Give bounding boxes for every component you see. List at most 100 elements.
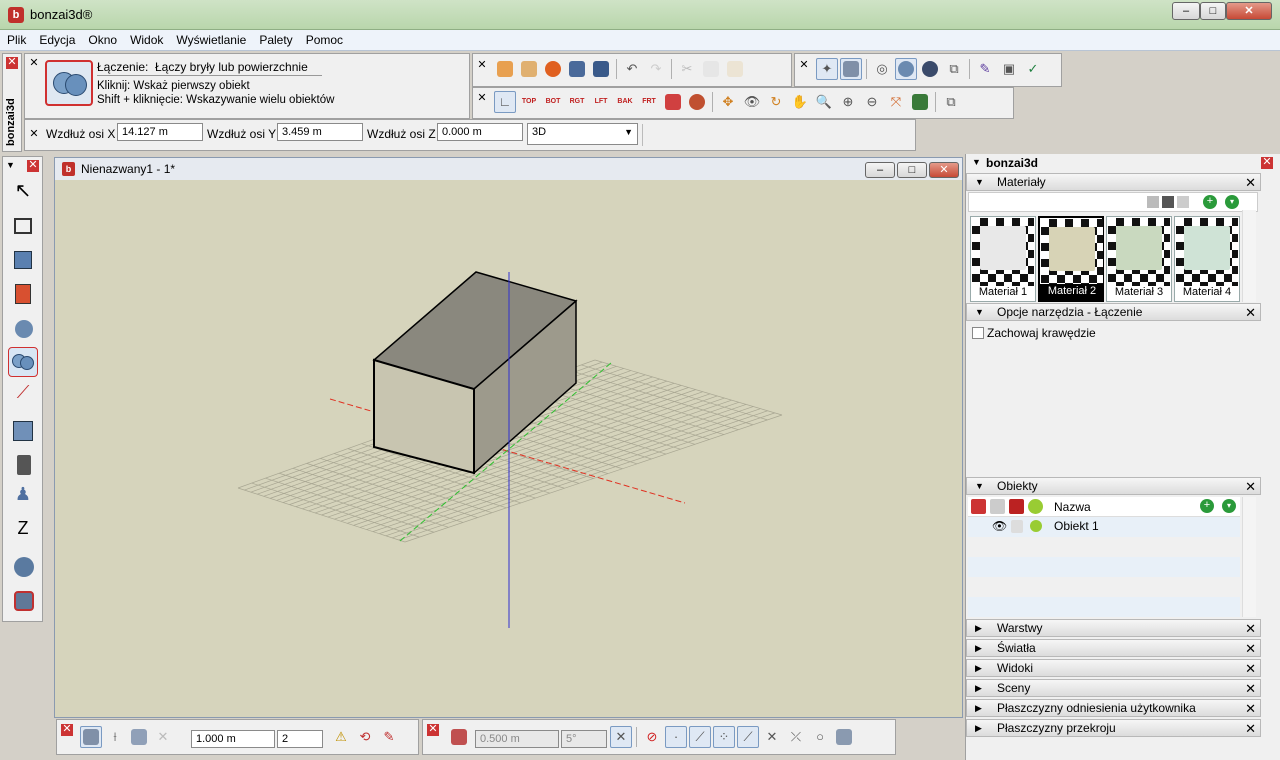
magic-wand-icon[interactable]: ⟋	[8, 381, 38, 411]
ground-plane-icon[interactable]	[80, 726, 102, 748]
y-axis-field[interactable]	[277, 123, 363, 141]
section-swiatla[interactable]: ▶ Światła ✕	[966, 639, 1261, 657]
lock-icon[interactable]	[1011, 520, 1023, 533]
refresh-icon[interactable]: ⟲	[354, 726, 376, 748]
undo-icon[interactable]: ↶	[621, 58, 643, 80]
warning-icon[interactable]: ⚠	[330, 726, 352, 748]
rotate-icon[interactable]: ↻	[765, 91, 787, 113]
add-icon[interactable]: +	[1203, 195, 1217, 209]
close-icon[interactable]: ✕	[1245, 720, 1256, 737]
close-icon[interactable]: ✕	[1261, 157, 1273, 169]
perspective-icon[interactable]	[662, 91, 684, 113]
path-tool-icon[interactable]: Z	[8, 517, 38, 547]
top-view-icon[interactable]: TOP	[518, 91, 540, 113]
close-icon[interactable]: ✕	[61, 724, 73, 736]
menu-icon[interactable]: ▾	[1225, 195, 1239, 209]
copy-icon[interactable]	[700, 58, 722, 80]
slice-tool-icon[interactable]	[8, 415, 38, 445]
camera-icon[interactable]	[686, 91, 708, 113]
snap-intersection-icon[interactable]: ✕	[761, 726, 783, 748]
grid-view-icon[interactable]	[1177, 196, 1189, 208]
menu-okno[interactable]: Okno	[81, 30, 123, 47]
list-view-icon[interactable]	[1147, 196, 1159, 208]
shaded-icon[interactable]	[895, 58, 917, 80]
wireframe-icon[interactable]: ◎	[871, 58, 893, 80]
side-dock-tab[interactable]: ✕ bonzai3d	[2, 53, 22, 152]
menu-edycja[interactable]: Edycja	[32, 30, 81, 47]
close-icon[interactable]: ✕	[1245, 700, 1256, 717]
close-icon[interactable]: ✕	[1245, 304, 1256, 321]
doc-minimize-button[interactable]: –	[865, 162, 895, 178]
doc-close-button[interactable]: ✕	[929, 162, 959, 178]
close-button[interactable]: ✕	[1226, 2, 1272, 20]
light-column-icon[interactable]	[1028, 499, 1043, 514]
cut-icon[interactable]: ✂	[676, 58, 698, 80]
rectangle-tool-icon[interactable]	[8, 211, 38, 241]
render-icon[interactable]: ✓	[1022, 58, 1044, 80]
sweep-tool-icon[interactable]	[8, 313, 38, 343]
cube-view-icon[interactable]: ⧉	[943, 58, 965, 80]
select-column-icon[interactable]	[971, 499, 986, 514]
close-icon[interactable]: ✕	[6, 57, 18, 69]
close-icon[interactable]: ✕	[476, 93, 488, 105]
snap-grid-icon[interactable]	[448, 726, 470, 748]
snap-face-icon[interactable]	[833, 726, 855, 748]
zoom-out-icon[interactable]: ⊖	[861, 91, 883, 113]
pick-all-icon[interactable]	[518, 58, 540, 80]
axis-plane-icon[interactable]: ⟊	[104, 726, 126, 748]
material-card-3[interactable]: Materiał 3	[1106, 216, 1172, 302]
right-view-icon[interactable]: RGT	[566, 91, 588, 113]
eye-icon[interactable]: 👁	[741, 91, 763, 113]
eye-icon[interactable]: 👁	[992, 519, 1007, 533]
object-row[interactable]: 👁 Obiekt 1	[968, 517, 1240, 537]
minimize-button[interactable]: –	[1172, 2, 1200, 20]
collapse-triangle-icon[interactable]: ▼	[6, 160, 15, 170]
z-axis-field[interactable]	[437, 123, 523, 141]
maximize-button[interactable]: □	[1200, 2, 1226, 20]
section-user-planes[interactable]: ▶ Płaszczyzny odniesienia użytkownika ✕	[966, 699, 1261, 717]
panel-collapse-icon[interactable]: ▼	[972, 157, 981, 167]
box-icon[interactable]: ▣	[998, 58, 1020, 80]
view-cube-icon[interactable]: ⧉	[940, 91, 962, 113]
front-view-icon[interactable]: FRT	[638, 91, 660, 113]
section-section-planes[interactable]: ▶ Płaszczyzny przekroju ✕	[966, 719, 1261, 737]
thumb-view-icon[interactable]	[1162, 196, 1174, 208]
redo-icon[interactable]: ↷	[645, 58, 667, 80]
zoom-in-icon[interactable]: ⊕	[837, 91, 859, 113]
cancel-icon[interactable]	[542, 58, 564, 80]
orbit-icon[interactable]: ✥	[717, 91, 739, 113]
doc-restore-button[interactable]: □	[897, 162, 927, 178]
menu-plik[interactable]: Plik	[0, 30, 32, 47]
lock-column-icon[interactable]	[1009, 499, 1024, 514]
objects-section-header[interactable]: ▼ Obiekty ✕	[966, 477, 1261, 495]
figure-tool-icon[interactable]: ♟	[8, 483, 38, 513]
union-tool-icon[interactable]	[8, 347, 38, 377]
bottom-view-icon[interactable]: BOT	[542, 91, 564, 113]
snap-line-icon[interactable]: ⟋	[689, 726, 711, 748]
close-icon[interactable]: ✕	[798, 60, 810, 72]
material-card-4[interactable]: Materiał 4	[1174, 216, 1240, 302]
save-as-icon[interactable]	[590, 58, 612, 80]
visibility-column-icon[interactable]	[990, 499, 1005, 514]
close-icon[interactable]: ✕	[1245, 680, 1256, 697]
snap-midpoint-icon[interactable]: ⤫	[785, 726, 807, 748]
close-icon[interactable]: ✕	[1245, 660, 1256, 677]
section-warstwy[interactable]: ▶ Warstwy ✕	[966, 619, 1261, 637]
left-view-icon[interactable]: LFT	[590, 91, 612, 113]
edit-grid-icon[interactable]: ✎	[378, 726, 400, 748]
grid-toggle-icon[interactable]	[840, 58, 862, 80]
extrude-tool-icon[interactable]	[8, 279, 38, 309]
grid-spacing-field[interactable]	[191, 730, 275, 748]
back-view-icon[interactable]: BAK	[614, 91, 636, 113]
close-icon[interactable]: ✕	[28, 58, 40, 70]
no-snap-icon[interactable]: ⊘	[641, 726, 663, 748]
loft-tool-icon[interactable]	[8, 551, 38, 581]
close-icon[interactable]: ✕	[28, 129, 40, 141]
view-mode-select[interactable]: 3D ▼	[527, 123, 638, 145]
smooth-shaded-icon[interactable]	[919, 58, 941, 80]
menu-widok[interactable]: Widok	[123, 30, 169, 47]
zoom-icon[interactable]: 🔍	[813, 91, 835, 113]
close-icon[interactable]: ✕	[476, 60, 488, 72]
snap-toggle-icon[interactable]: ✕	[610, 726, 632, 748]
menu-palety[interactable]: Palety	[252, 30, 298, 47]
